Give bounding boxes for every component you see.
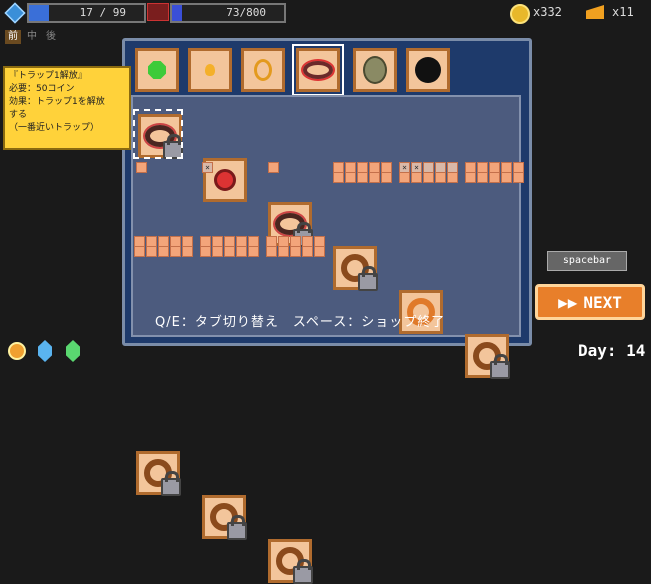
spiked-trap-check-icon (214, 169, 236, 191)
cost-cells (333, 172, 393, 183)
spiked-ring-icon (303, 61, 333, 79)
hp-bar: 17 / 99 (27, 3, 146, 23)
position-tabs: 前中後 (5, 24, 62, 44)
shop-item-ring-1[interactable] (333, 246, 378, 291)
cost-cells (399, 172, 459, 183)
tooltip-title: 『トラップ1解放』 (9, 71, 87, 81)
position-tab-front[interactable]: 前 (5, 30, 21, 44)
spacebar-key-hint[interactable]: spacebar (547, 251, 627, 271)
coin-count: x332 (533, 5, 562, 19)
tab-trap[interactable] (292, 44, 344, 96)
mana-icon (147, 3, 169, 21)
help-text: Q/E：タブ切り替え スペース：ショップ終了 (155, 315, 446, 330)
lock-icon (358, 266, 378, 291)
coin-icon (510, 4, 530, 24)
next-button[interactable]: ▶▶ NEXT (535, 284, 645, 320)
bomb-icon (415, 57, 441, 83)
green-gem-icon (148, 61, 166, 79)
potion-icon[interactable] (8, 342, 26, 360)
hp-text: 17 / 99 (79, 6, 126, 19)
lock-icon (293, 559, 313, 584)
stone-egg-icon (363, 56, 387, 84)
tab-egg[interactable] (353, 48, 397, 92)
position-tab-back[interactable]: 後 (43, 30, 59, 44)
fast-forward-icon: ▶▶ (558, 292, 578, 312)
lock-icon (490, 354, 510, 379)
gold-ring-icon (254, 59, 272, 81)
cost-cells (266, 246, 326, 257)
cheese-count: x11 (612, 5, 634, 19)
shop-items-area (131, 95, 521, 337)
tab-fire[interactable] (188, 48, 232, 92)
tooltip-note: （一番近いトラップ） (9, 123, 100, 133)
tooltip-effect-cont: する (9, 110, 28, 120)
tooltip-effect: 効果：トラップ1を解放 (9, 97, 105, 107)
tab-bomb[interactable] (406, 48, 450, 92)
cheese-icon (586, 5, 604, 19)
fire-icon (205, 64, 215, 76)
cost-cells (134, 246, 194, 257)
blue-crystal-icon[interactable] (38, 340, 52, 362)
cost-cells (200, 246, 260, 257)
shop-item-ring-6[interactable] (268, 539, 313, 584)
cost-cells: × (202, 162, 214, 173)
next-label: NEXT (583, 292, 622, 312)
cost-cells (465, 172, 525, 183)
selection-cursor (133, 109, 183, 159)
day-counter: Day: 14 (578, 341, 646, 360)
lock-icon (161, 471, 181, 496)
position-tab-middle[interactable]: 中 (24, 30, 40, 44)
tooltip-cost: 必要：50コイン (9, 84, 75, 94)
mana-gem-icon (4, 2, 26, 24)
green-crystal-icon[interactable] (66, 340, 80, 362)
cost-cells (136, 162, 148, 173)
shop-item-ring-4[interactable] (136, 451, 181, 496)
tab-ring[interactable] (241, 48, 285, 92)
shop-item-ring-3[interactable] (465, 334, 510, 379)
cost-cells (268, 162, 280, 173)
mp-text: 73/800 (226, 6, 266, 19)
shop-item-ring-5[interactable] (202, 495, 247, 540)
tab-gem[interactable] (135, 48, 179, 92)
mp-bar: 73/800 (170, 3, 286, 23)
item-tooltip: 『トラップ1解放』 必要：50コイン 効果：トラップ1を解放 する （一番近いト… (3, 66, 131, 150)
lock-icon (227, 515, 247, 540)
